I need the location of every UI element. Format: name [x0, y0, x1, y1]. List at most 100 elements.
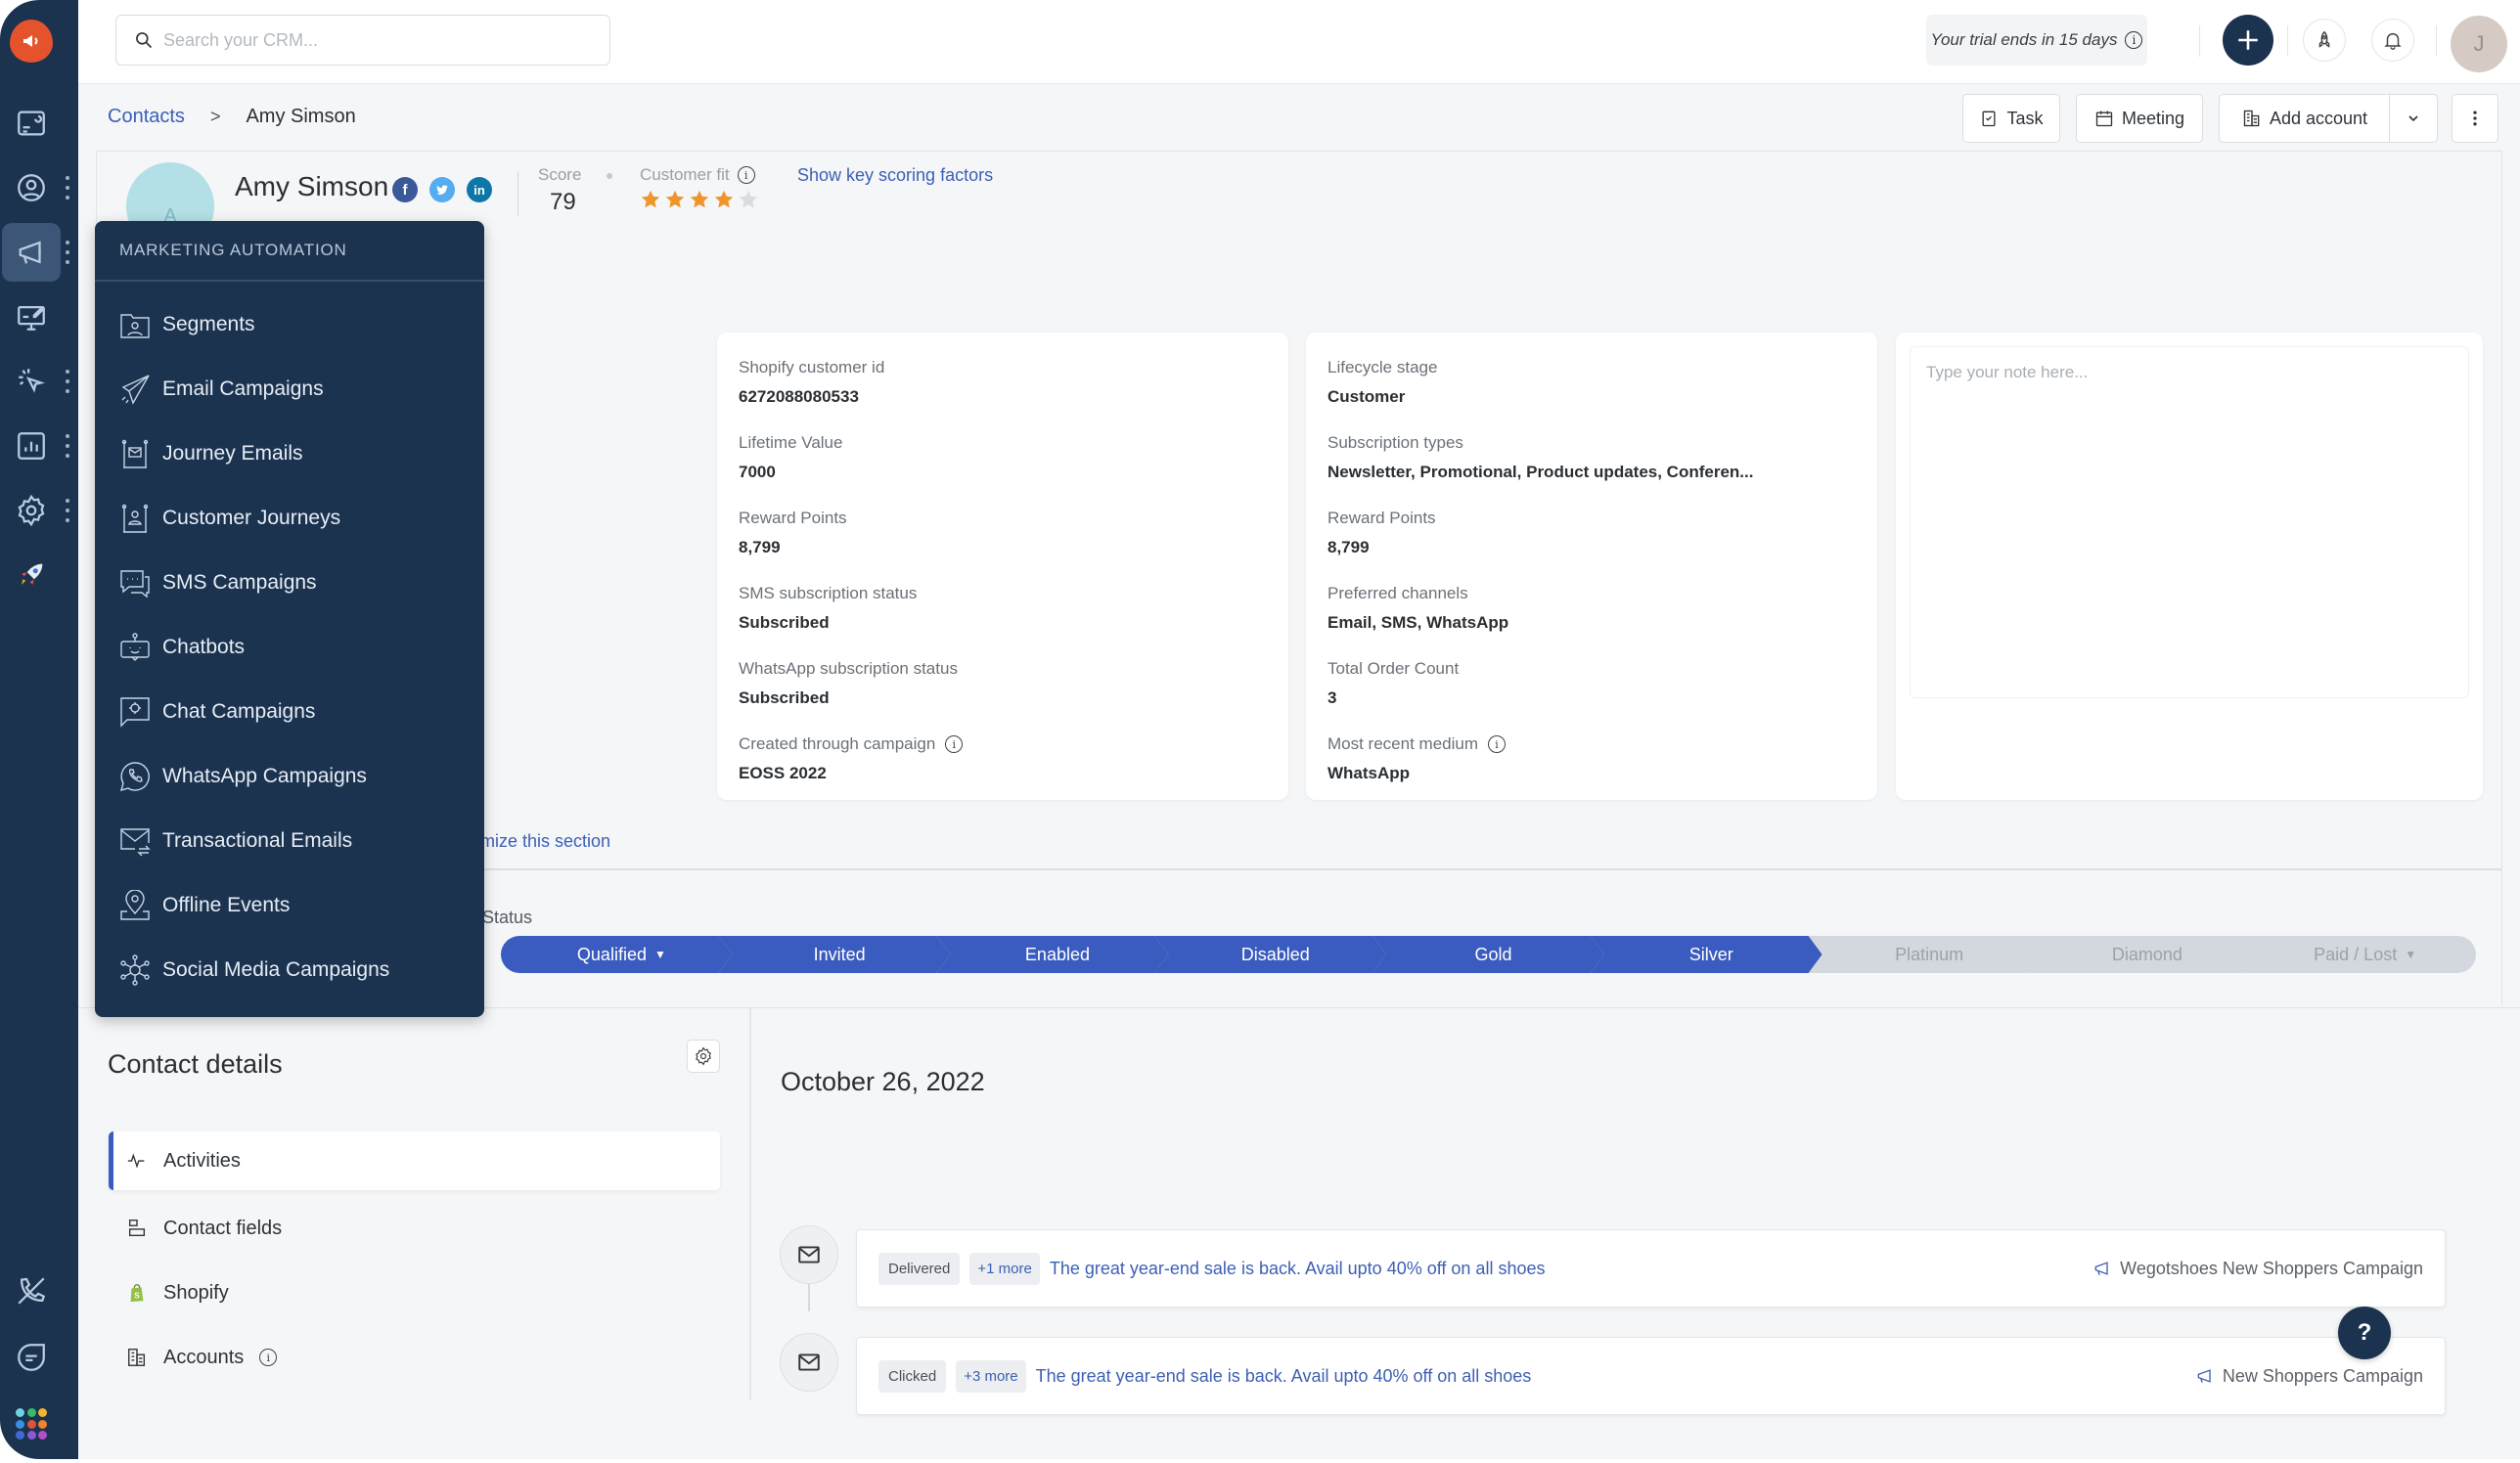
- menu-item-customer-journeys[interactable]: Customer Journeys: [119, 497, 340, 540]
- field-value[interactable]: Subscribed: [739, 688, 1267, 708]
- details-nav-shopify[interactable]: S Shopify: [109, 1264, 720, 1322]
- menu-item-segments[interactable]: Segments: [119, 303, 255, 346]
- status-stage[interactable]: Diamond: [2026, 936, 2258, 973]
- caret-down-icon[interactable]: ▼: [2405, 948, 2416, 961]
- status-stage[interactable]: Enabled: [937, 936, 1169, 973]
- info-icon[interactable]: i: [737, 166, 755, 184]
- timeline-item[interactable]: Delivered +1 more The great year-end sal…: [856, 1229, 2446, 1308]
- details-nav-contact-fields[interactable]: Contact fields: [109, 1199, 720, 1258]
- info-icon[interactable]: i: [2125, 31, 2143, 49]
- menu-item-transactional-emails[interactable]: Transactional Emails: [119, 820, 352, 863]
- status-stage[interactable]: Disabled: [1154, 936, 1386, 973]
- email-subject-link[interactable]: The great year-end sale is back. Avail u…: [1050, 1259, 1546, 1279]
- help-button[interactable]: ?: [2338, 1307, 2391, 1359]
- info-icon[interactable]: i: [945, 735, 964, 753]
- field-value[interactable]: Newsletter, Promotional, Product updates…: [1328, 463, 1856, 482]
- rail-tracking-more[interactable]: [65, 370, 70, 393]
- rail-contacts[interactable]: [2, 158, 61, 217]
- facebook-icon[interactable]: f: [392, 177, 418, 202]
- menu-item-social-media-campaigns[interactable]: Social Media Campaigns: [119, 949, 389, 992]
- rail-settings-more[interactable]: [65, 499, 70, 522]
- getting-started-button[interactable]: [2303, 19, 2346, 62]
- menu-item-journey-emails[interactable]: Journey Emails: [119, 432, 303, 475]
- info-icon[interactable]: i: [1488, 735, 1506, 753]
- task-button[interactable]: Task: [1962, 94, 2060, 143]
- field-value[interactable]: 7000: [739, 463, 1267, 482]
- menu-item-email-campaigns[interactable]: Email Campaigns: [119, 368, 324, 411]
- search-input[interactable]: [163, 29, 574, 51]
- field-value[interactable]: 8,799: [739, 538, 1267, 557]
- field-label-text: Reward Points: [1328, 509, 1436, 527]
- rail-marketing[interactable]: [2, 223, 61, 282]
- meeting-button[interactable]: Meeting: [2076, 94, 2203, 143]
- email-subject-link[interactable]: The great year-end sale is back. Avail u…: [1036, 1366, 1532, 1387]
- rail-chat[interactable]: [2, 1328, 61, 1387]
- rail-tracking[interactable]: [2, 352, 61, 411]
- field-label-text: Lifetime Value: [739, 433, 843, 452]
- campaign-link[interactable]: New Shoppers Campaign: [2195, 1366, 2423, 1387]
- status-stage[interactable]: Gold: [1372, 936, 1604, 973]
- field-value[interactable]: WhatsApp: [1328, 764, 1856, 783]
- segments-icon: [120, 314, 150, 338]
- field-value[interactable]: 8,799: [1328, 538, 1856, 557]
- status-stage[interactable]: Silver: [1591, 936, 1822, 973]
- quick-add-button[interactable]: [2223, 15, 2273, 66]
- details-settings-button[interactable]: [687, 1040, 720, 1073]
- more-actions-button[interactable]: [2452, 94, 2498, 143]
- menu-item-chat-campaigns[interactable]: Chat Campaigns: [119, 690, 315, 733]
- caret-down-icon[interactable]: ▼: [654, 948, 666, 961]
- rail-contacts-more[interactable]: [65, 176, 70, 200]
- field-label: Most recent medium i: [1328, 734, 1856, 754]
- linkedin-icon[interactable]: in: [467, 177, 492, 202]
- rail-web[interactable]: [2, 288, 61, 346]
- field-value[interactable]: EOSS 2022: [739, 764, 1267, 783]
- rail-settings[interactable]: [2, 481, 61, 540]
- menu-item-offline-events[interactable]: Offline Events: [119, 884, 290, 927]
- menu-item-label: Email Campaigns: [162, 377, 324, 400]
- field: Shopify customer id 6272088080533: [739, 358, 1267, 407]
- menu-item-chatbots[interactable]: Chatbots: [119, 626, 245, 669]
- status-stage[interactable]: Paid / Lost ▼: [2244, 936, 2477, 973]
- field-value[interactable]: 3: [1328, 688, 1856, 708]
- add-account-button[interactable]: Add account: [2219, 94, 2391, 143]
- info-icon[interactable]: i: [259, 1349, 278, 1366]
- rail-dashboard[interactable]: [2, 94, 61, 153]
- rail-getting-started[interactable]: [2, 546, 61, 604]
- add-account-dropdown[interactable]: [2389, 94, 2438, 143]
- breadcrumb-contacts-link[interactable]: Contacts: [108, 106, 185, 128]
- customize-section-link[interactable]: mize this section: [480, 831, 610, 852]
- details-nav-activities[interactable]: Activities: [109, 1131, 720, 1190]
- menu-item-label: Segments: [162, 313, 255, 335]
- rail-marketing-more[interactable]: [65, 241, 70, 264]
- campaign-link[interactable]: Wegotshoes New Shoppers Campaign: [2092, 1259, 2423, 1279]
- field-value[interactable]: 6272088080533: [739, 387, 1267, 407]
- search-box[interactable]: [115, 15, 610, 66]
- apps-grid-icon[interactable]: [16, 1408, 47, 1440]
- more-events-link[interactable]: +3 more: [956, 1359, 1026, 1393]
- notifications-button[interactable]: [2371, 19, 2414, 62]
- dot-separator: [607, 173, 612, 179]
- timeline-item[interactable]: Clicked +3 more The great year-end sale …: [856, 1337, 2446, 1415]
- location-pin-icon: [120, 890, 150, 920]
- field-value[interactable]: Customer: [1328, 387, 1856, 407]
- trial-banner[interactable]: Your trial ends in 15 days i: [1926, 15, 2147, 66]
- menu-item-sms-campaigns[interactable]: SMS Campaigns: [119, 561, 317, 604]
- rail-phone[interactable]: [2, 1262, 61, 1320]
- chat-campaign-icon: [120, 697, 150, 728]
- status-stage[interactable]: Platinum: [1809, 936, 2041, 973]
- more-events-link[interactable]: +1 more: [969, 1252, 1040, 1285]
- menu-item-whatsapp-campaigns[interactable]: WhatsApp Campaigns: [119, 755, 367, 798]
- twitter-icon[interactable]: [429, 177, 455, 202]
- app-logo[interactable]: [10, 20, 53, 63]
- field-value[interactable]: Email, SMS, WhatsApp: [1328, 613, 1856, 633]
- rail-reports-more[interactable]: [65, 434, 70, 458]
- user-avatar[interactable]: J: [2451, 16, 2507, 72]
- field-label: Subscription types: [1328, 433, 1856, 453]
- details-nav-accounts[interactable]: Accounts i: [109, 1328, 720, 1387]
- status-stage[interactable]: Qualified ▼: [501, 936, 733, 973]
- note-input[interactable]: [1911, 347, 2468, 697]
- field-value[interactable]: Subscribed: [739, 613, 1267, 633]
- status-stage[interactable]: Invited: [719, 936, 951, 973]
- rail-reports[interactable]: [2, 417, 61, 475]
- show-key-scoring-factors-link[interactable]: Show key scoring factors: [797, 165, 993, 186]
